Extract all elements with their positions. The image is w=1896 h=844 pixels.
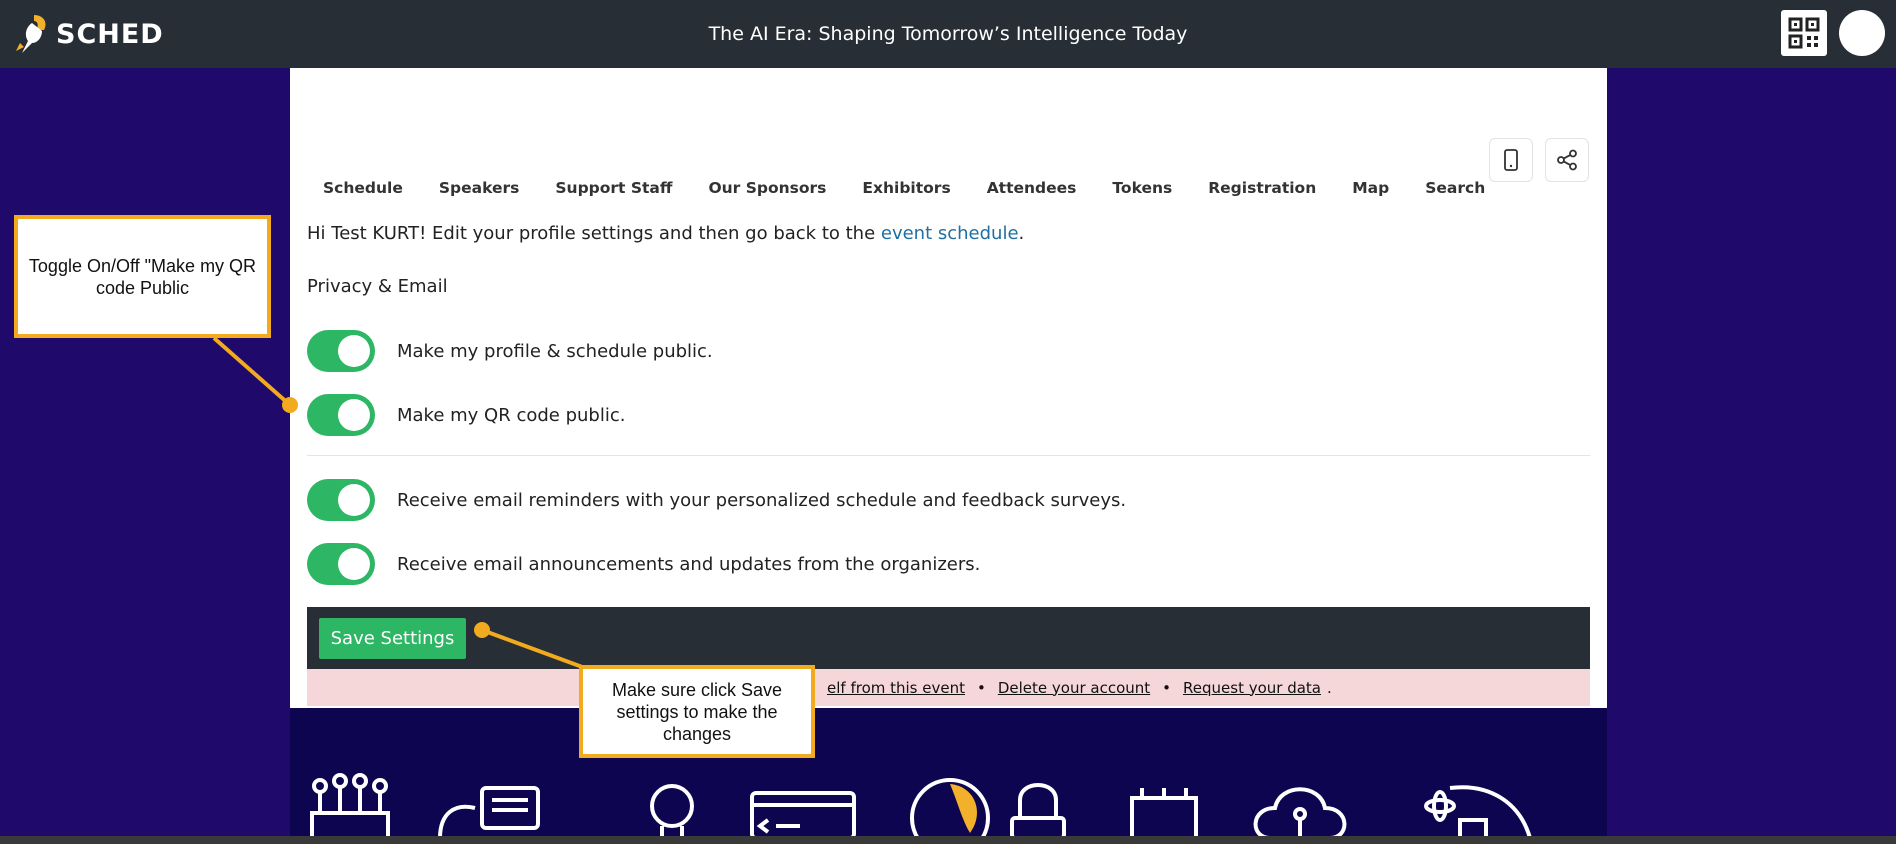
share-icon xyxy=(1557,149,1577,171)
save-bar: Save Settings xyxy=(307,607,1590,669)
banner-illustration xyxy=(310,773,1532,838)
qr-public-toggle[interactable] xyxy=(307,394,375,436)
toggle-knob xyxy=(338,484,370,516)
event-schedule-link[interactable]: event schedule xyxy=(881,223,1019,244)
toggle-row-profile-public: Make my profile & schedule public. xyxy=(307,330,713,372)
link-separator: • xyxy=(1162,678,1172,697)
toggle-label: Make my profile & schedule public. xyxy=(397,340,713,362)
nav-search[interactable]: Search xyxy=(1425,179,1485,197)
email-reminders-toggle[interactable] xyxy=(307,479,375,521)
account-links: elf from this event • Delete your accoun… xyxy=(827,669,1332,706)
section-title: Privacy & Email xyxy=(307,276,448,297)
share-button[interactable] xyxy=(1545,138,1589,182)
user-avatar[interactable] xyxy=(1839,10,1885,56)
delete-account-link[interactable]: Delete your account xyxy=(998,679,1150,697)
nav-map[interactable]: Map xyxy=(1352,179,1389,197)
top-bar: SCHED The AI Era: Shaping Tomorrow’s Int… xyxy=(0,0,1896,68)
account-actions-bar: elf from this event • Delete your accoun… xyxy=(307,669,1590,706)
toggle-knob xyxy=(338,335,370,367)
sched-logo-icon xyxy=(16,15,46,53)
qr-toggle-callout: Toggle On/Off "Make my QR code Public xyxy=(14,215,271,338)
save-settings-callout: Make sure click Save settings to make th… xyxy=(579,665,815,758)
greeting-suffix: . xyxy=(1018,223,1025,244)
toggle-label: Make my QR code public. xyxy=(397,404,626,426)
nav-speakers[interactable]: Speakers xyxy=(439,179,520,197)
nav-exhibitors[interactable]: Exhibitors xyxy=(862,179,950,197)
nav-registration[interactable]: Registration xyxy=(1208,179,1316,197)
toggle-row-email-reminders: Receive email reminders with your person… xyxy=(307,479,1126,521)
event-banner xyxy=(290,708,1607,838)
link-separator: • xyxy=(976,678,986,697)
phone-icon xyxy=(1504,149,1518,171)
nav-attendees[interactable]: Attendees xyxy=(987,179,1077,197)
profile-public-toggle[interactable] xyxy=(307,330,375,372)
toggle-label: Receive email announcements and updates … xyxy=(397,553,981,575)
event-title: The AI Era: Shaping Tomorrow’s Intellige… xyxy=(708,23,1188,45)
toggle-row-qr-public: Make my QR code public. xyxy=(307,394,625,436)
bottom-strip xyxy=(0,836,1896,844)
mobile-app-button[interactable] xyxy=(1489,138,1533,182)
event-nav: Schedule Speakers Support Staff Our Spon… xyxy=(323,148,1521,228)
toggle-row-email-announcements: Receive email announcements and updates … xyxy=(307,543,980,585)
links-end: . xyxy=(1327,678,1332,697)
greeting-text: Hi Test KURT! Edit your profile settings… xyxy=(307,223,1024,244)
remove-from-event-link[interactable]: elf from this event xyxy=(827,679,965,697)
greeting-prefix: Hi Test KURT! Edit your profile settings… xyxy=(307,223,881,244)
qr-code-icon xyxy=(1788,17,1820,49)
nav-schedule[interactable]: Schedule xyxy=(323,179,403,197)
section-divider xyxy=(307,455,1590,456)
request-data-link[interactable]: Request your data xyxy=(1183,679,1321,697)
save-settings-button[interactable]: Save Settings xyxy=(319,618,466,659)
settings-card: Schedule Speakers Support Staff Our Spon… xyxy=(290,68,1607,708)
nav-tokens[interactable]: Tokens xyxy=(1112,179,1172,197)
sched-logo[interactable]: SCHED xyxy=(14,13,164,55)
toggle-knob xyxy=(338,548,370,580)
email-announcements-toggle[interactable] xyxy=(307,543,375,585)
toggle-knob xyxy=(338,399,370,431)
qr-code-button[interactable] xyxy=(1781,10,1827,56)
toggle-label: Receive email reminders with your person… xyxy=(397,489,1127,511)
brand-name: SCHED xyxy=(56,18,164,50)
nav-support-staff[interactable]: Support Staff xyxy=(555,179,672,197)
nav-our-sponsors[interactable]: Our Sponsors xyxy=(708,179,826,197)
